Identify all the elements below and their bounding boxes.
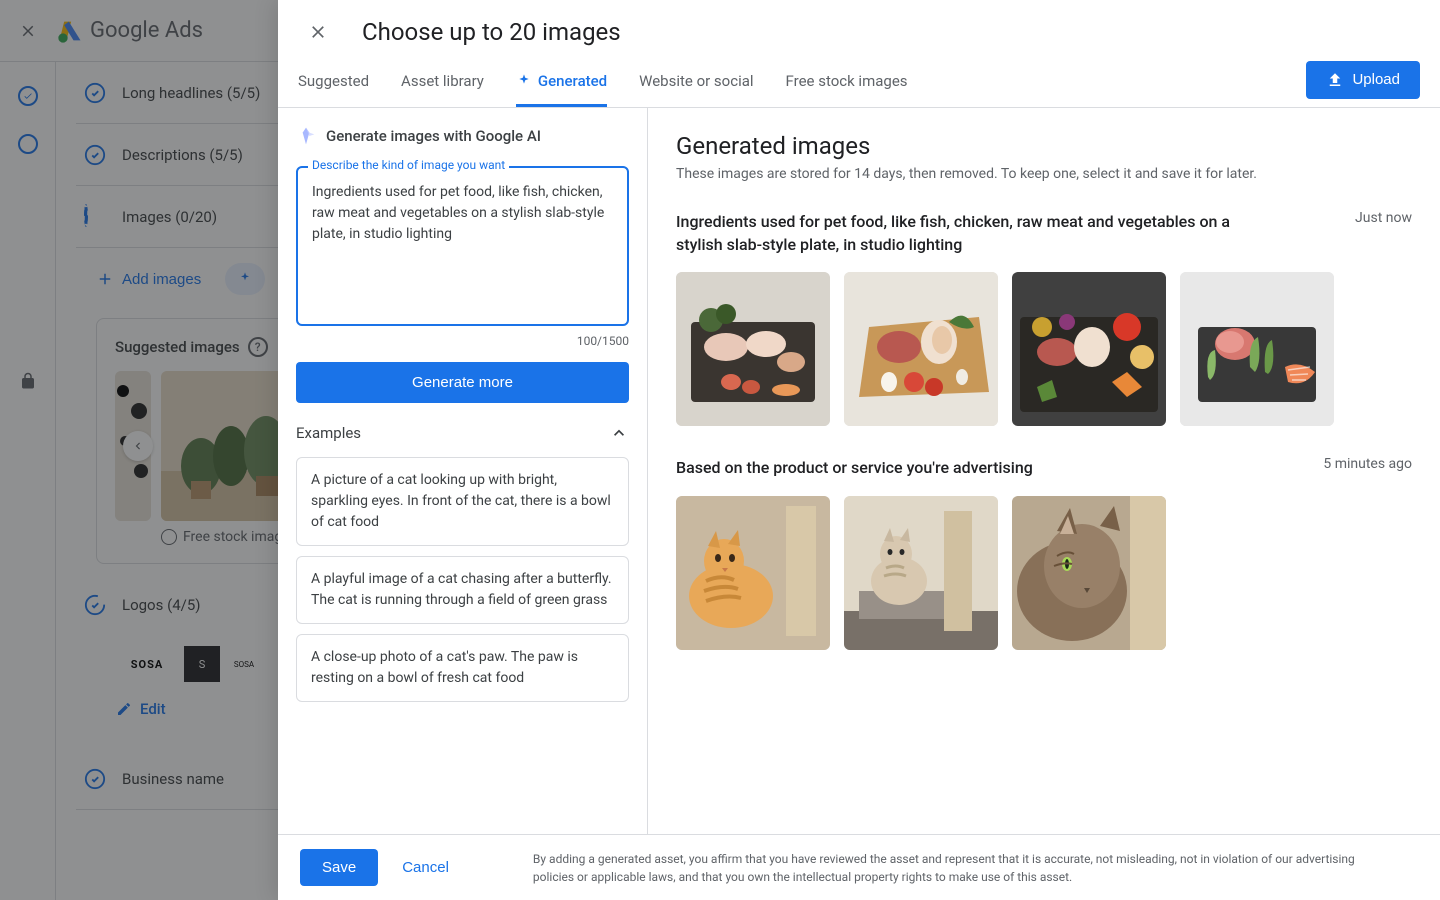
plus-icon xyxy=(96,270,114,288)
example-prompt[interactable]: A playful image of a cat chasing after a… xyxy=(296,556,629,624)
check-circle-icon xyxy=(84,768,106,790)
examples-label: Examples xyxy=(296,424,361,442)
close-icon xyxy=(308,22,328,42)
add-images-label: Add images xyxy=(122,271,201,288)
upload-label: Upload xyxy=(1352,71,1400,88)
tab-stock[interactable]: Free stock images xyxy=(786,56,908,107)
image-picker-modal: Choose up to 20 images Suggested Asset l… xyxy=(278,0,1440,900)
brand-ads: Ads xyxy=(165,18,203,43)
prompt-input[interactable] xyxy=(296,166,629,326)
generated-image[interactable] xyxy=(676,496,830,650)
logo-thumb[interactable]: S xyxy=(184,646,220,682)
brand-google: Google xyxy=(90,18,159,43)
long-headlines-label: Long headlines (5/5) xyxy=(122,84,260,102)
suggested-images-label: Suggested images xyxy=(115,338,240,356)
close-icon[interactable] xyxy=(16,19,40,43)
group2-images xyxy=(676,496,1412,650)
modal-title: Choose up to 20 images xyxy=(362,18,621,46)
check-circle-icon xyxy=(84,144,106,166)
globe-icon xyxy=(161,529,177,545)
tab-website[interactable]: Website or social xyxy=(639,56,753,107)
partial-circle-icon xyxy=(84,594,106,616)
step-complete-icon[interactable] xyxy=(18,86,38,106)
chevron-left-icon xyxy=(131,439,145,453)
logos-label: Logos (4/5) xyxy=(122,596,200,614)
edit-label: Edit xyxy=(140,700,166,718)
modal-footer: Save Cancel By adding a generated asset,… xyxy=(278,834,1440,900)
cancel-button[interactable]: Cancel xyxy=(394,849,457,886)
descriptions-label: Descriptions (5/5) xyxy=(122,146,243,164)
generated-image[interactable] xyxy=(844,496,998,650)
tab-suggested[interactable]: Suggested xyxy=(298,56,369,107)
example-prompt[interactable]: A picture of a cat looking up with brigh… xyxy=(296,457,629,546)
prompt-label: Describe the kind of image you want xyxy=(308,158,509,172)
chevron-up-icon xyxy=(609,423,629,443)
pencil-icon xyxy=(116,701,132,717)
ai-title-text: Generate images with Google AI xyxy=(326,127,541,145)
upload-icon xyxy=(1326,71,1344,89)
generated-image[interactable] xyxy=(676,272,830,426)
tab-asset-library[interactable]: Asset library xyxy=(401,56,484,107)
logo-thumb[interactable]: SOSA xyxy=(116,646,178,682)
ai-title-row: Generate images with Google AI xyxy=(296,126,629,146)
close-modal-button[interactable] xyxy=(298,12,338,52)
disclaimer-text: By adding a generated asset, you affirm … xyxy=(533,850,1383,886)
generated-image[interactable] xyxy=(1012,496,1166,650)
group2-title: Based on the product or service you're a… xyxy=(676,456,1033,479)
check-circle-icon xyxy=(84,82,106,104)
upload-button[interactable]: Upload xyxy=(1306,61,1420,99)
step-current-icon[interactable] xyxy=(18,134,38,154)
prev-button[interactable] xyxy=(123,431,153,461)
business-name-label: Business name xyxy=(122,770,224,788)
sparkle-icon xyxy=(237,271,253,287)
incomplete-circle-icon xyxy=(84,206,106,228)
help-icon[interactable]: ? xyxy=(248,337,268,357)
examples-toggle[interactable]: Examples xyxy=(296,423,629,443)
logo-thumb[interactable]: SOSA xyxy=(226,646,262,682)
generate-chip[interactable] xyxy=(225,263,265,295)
tab-generated-label: Generated xyxy=(538,72,607,90)
add-images-button[interactable]: Add images xyxy=(84,262,213,296)
sparkle-icon xyxy=(516,73,532,89)
group1-title: Ingredients used for pet food, like fish… xyxy=(676,210,1266,256)
tab-generated[interactable]: Generated xyxy=(516,56,607,107)
results-panel: Generated images These images are stored… xyxy=(648,108,1440,834)
left-rail xyxy=(0,62,56,900)
tab-bar: Suggested Asset library Generated Websit… xyxy=(278,56,1440,108)
example-prompt[interactable]: A close-up photo of a cat's paw. The paw… xyxy=(296,634,629,702)
google-ads-logo: Google Ads xyxy=(56,17,203,45)
generated-image[interactable] xyxy=(1012,272,1166,426)
save-button[interactable]: Save xyxy=(300,849,378,886)
results-title: Generated images xyxy=(676,132,1412,160)
char-counter: 100/1500 xyxy=(296,334,629,348)
generated-image[interactable] xyxy=(1180,272,1334,426)
ai-diamond-icon xyxy=(296,126,316,146)
generate-more-button[interactable]: Generate more xyxy=(296,362,629,403)
results-subtitle: These images are stored for 14 days, the… xyxy=(676,166,1412,182)
google-ads-icon xyxy=(56,17,84,45)
group1-images xyxy=(676,272,1412,426)
generated-image[interactable] xyxy=(844,272,998,426)
group1-time: Just now xyxy=(1355,210,1412,226)
generate-panel: Generate images with Google AI Describe … xyxy=(278,108,648,834)
group2-time: 5 minutes ago xyxy=(1323,456,1412,472)
images-label: Images (0/20) xyxy=(122,208,217,226)
lock-icon xyxy=(19,372,37,390)
